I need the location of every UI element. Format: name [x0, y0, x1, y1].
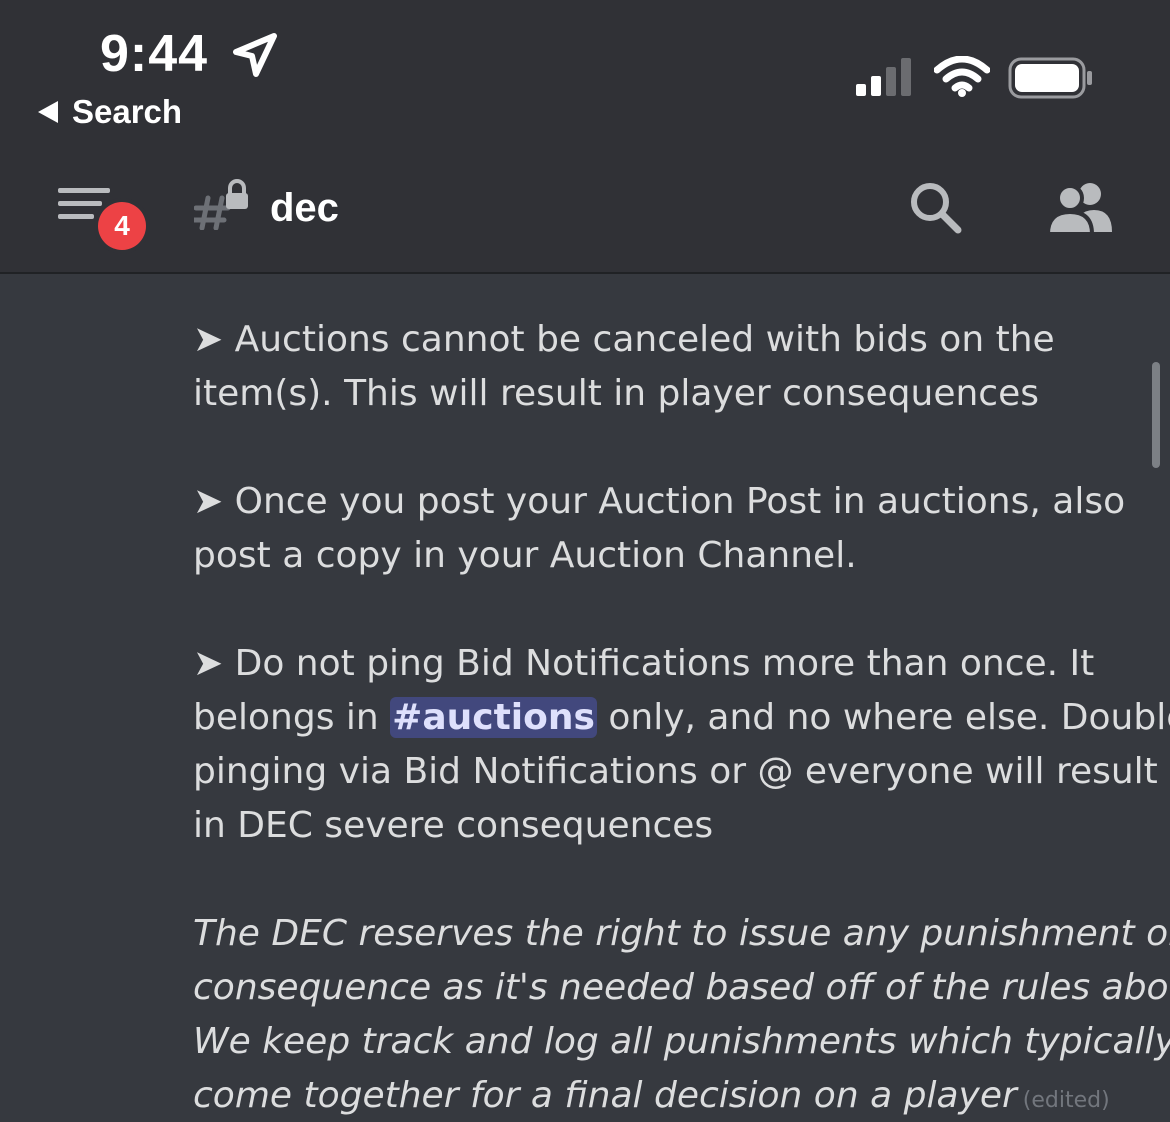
status-time: 9:44 [100, 25, 209, 83]
status-bar: 9:44 Search [0, 0, 1170, 150]
channel-mention-auctions[interactable]: #auctions [390, 697, 597, 738]
mention-count-badge: 4 [98, 202, 146, 250]
scrollbar[interactable] [1152, 362, 1160, 468]
message-line: post a copy in your Auction Channel. [193, 535, 857, 576]
back-triangle-icon [38, 101, 58, 123]
rule-bid-notifications: ➤ Do not ping Bid Notifications more tha… [193, 637, 1170, 853]
dec-disclaimer: The DEC reserves the right to issue any … [193, 907, 1170, 1122]
cellular-signal-icon [856, 58, 911, 96]
wifi-icon [934, 56, 990, 97]
message-line: in DEC severe consequences [193, 805, 714, 846]
message-line: item(s). This will result in player cons… [193, 373, 1039, 414]
channel-name[interactable]: dec [270, 180, 339, 236]
arrow-bullet-icon: ➤ [193, 319, 224, 360]
message-line: We keep track and log all punishments wh… [193, 1021, 1170, 1062]
message-line: consequence as it's needed based off of … [193, 967, 1170, 1008]
app-screen: 9:44 Search 4 dec ➤ Auctions cannot be c… [0, 0, 1170, 1122]
back-to-search-link[interactable]: Search [38, 90, 182, 134]
message-line: belongs in #auctions only, and no where … [193, 697, 1170, 738]
battery-icon [1008, 57, 1092, 99]
arrow-bullet-icon: ➤ [193, 481, 224, 522]
rule-auction-post-copy: ➤ Once you post your Auction Post in auc… [193, 475, 1143, 583]
edited-tag: (edited) [1022, 1088, 1110, 1113]
channel-header: 4 dec [0, 150, 1170, 274]
message-list[interactable]: ➤ Auctions cannot be canceled with bids … [0, 274, 1170, 1122]
members-icon[interactable] [1046, 180, 1114, 236]
message-line: come together for a final decision on a … [193, 1075, 1110, 1116]
message-line: pinging via Bid Notifications or @ every… [193, 751, 1158, 792]
message-line: ➤ Once you post your Auction Post in auc… [193, 481, 1126, 522]
channel-list-menu-button[interactable]: 4 [54, 184, 150, 254]
rule-auction-cancel: ➤ Auctions cannot be canceled with bids … [193, 313, 1143, 421]
search-icon[interactable] [906, 180, 966, 236]
locked-channel-icon [194, 179, 248, 230]
location-arrow-icon [233, 33, 277, 77]
arrow-bullet-icon: ➤ [193, 643, 224, 684]
message-line: ➤ Do not ping Bid Notifications more tha… [193, 643, 1095, 684]
message-line: ➤ Auctions cannot be canceled with bids … [193, 319, 1055, 360]
back-link-label: Search [72, 93, 183, 130]
message-line: The DEC reserves the right to issue any … [193, 913, 1170, 954]
